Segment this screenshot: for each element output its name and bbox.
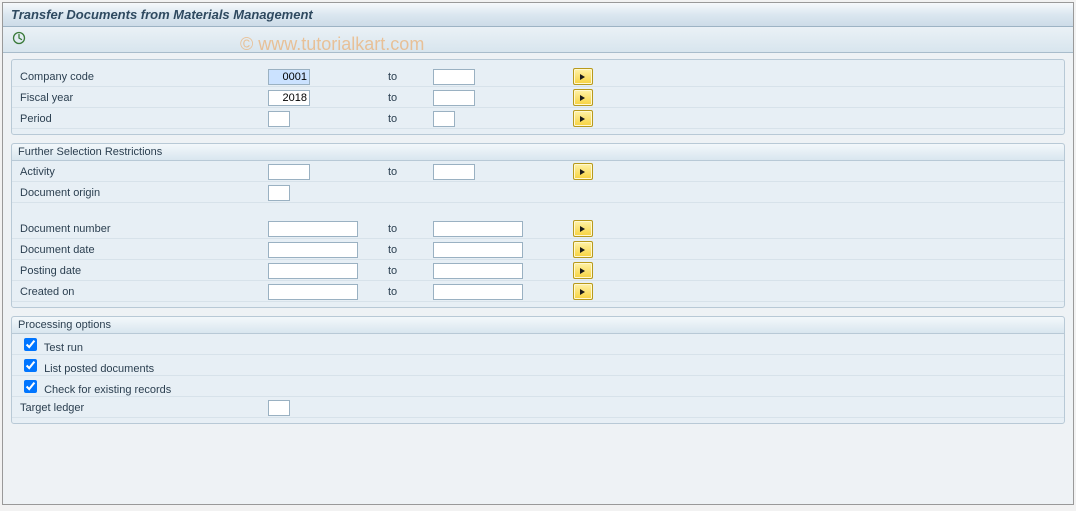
list-posted-option[interactable]: List posted documents (18, 356, 268, 375)
arrow-right-icon (578, 245, 588, 255)
document-origin-label: Document origin (18, 187, 268, 199)
document-number-label: Document number (18, 223, 268, 235)
posting-date-label: Posting date (18, 265, 268, 277)
arrow-right-icon (578, 266, 588, 276)
test-run-option[interactable]: Test run (18, 335, 268, 354)
processing-options-group: Processing options Test run List posted … (11, 316, 1065, 424)
arrow-right-icon (578, 224, 588, 234)
arrow-right-icon (578, 167, 588, 177)
document-number-to-input[interactable] (433, 221, 523, 237)
application-toolbar (3, 27, 1073, 53)
document-origin-input[interactable] (268, 185, 290, 201)
target-ledger-label: Target ledger (18, 402, 268, 414)
to-label: to (388, 244, 433, 256)
document-number-from-input[interactable] (268, 221, 358, 237)
page-title: Transfer Documents from Materials Manage… (3, 3, 1073, 27)
further-selection-group: Further Selection Restrictions Activity … (11, 143, 1065, 308)
check-existing-checkbox[interactable] (24, 380, 37, 393)
arrow-right-icon (578, 93, 588, 103)
document-date-multiselect-button[interactable] (573, 241, 593, 258)
company-code-from-input[interactable] (268, 69, 310, 85)
to-label: to (388, 286, 433, 298)
to-label: to (388, 223, 433, 235)
to-label: to (388, 71, 433, 83)
further-selection-title: Further Selection Restrictions (12, 144, 1064, 161)
created-on-multiselect-button[interactable] (573, 283, 593, 300)
arrow-right-icon (578, 72, 588, 82)
to-label: to (388, 113, 433, 125)
document-date-from-input[interactable] (268, 242, 358, 258)
list-posted-checkbox[interactable] (24, 359, 37, 372)
selection-block-top: Company code to Fiscal year to Period to (11, 59, 1065, 135)
period-from-input[interactable] (268, 111, 290, 127)
company-code-to-input[interactable] (433, 69, 475, 85)
fiscal-year-to-input[interactable] (433, 90, 475, 106)
execute-button[interactable] (9, 30, 29, 50)
posting-date-from-input[interactable] (268, 263, 358, 279)
fiscal-year-multiselect-button[interactable] (573, 89, 593, 106)
activity-label: Activity (18, 166, 268, 178)
document-date-label: Document date (18, 244, 268, 256)
execute-icon (12, 31, 26, 48)
period-label: Period (18, 113, 268, 125)
created-on-to-input[interactable] (433, 284, 523, 300)
to-label: to (388, 92, 433, 104)
check-existing-label: Check for existing records (44, 384, 171, 396)
test-run-label: Test run (44, 342, 83, 354)
fiscal-year-from-input[interactable] (268, 90, 310, 106)
activity-multiselect-button[interactable] (573, 163, 593, 180)
document-number-multiselect-button[interactable] (573, 220, 593, 237)
to-label: to (388, 265, 433, 277)
target-ledger-input[interactable] (268, 400, 290, 416)
created-on-from-input[interactable] (268, 284, 358, 300)
arrow-right-icon (578, 114, 588, 124)
posting-date-to-input[interactable] (433, 263, 523, 279)
activity-from-input[interactable] (268, 164, 310, 180)
created-on-label: Created on (18, 286, 268, 298)
document-date-to-input[interactable] (433, 242, 523, 258)
company-code-multiselect-button[interactable] (573, 68, 593, 85)
fiscal-year-label: Fiscal year (18, 92, 268, 104)
period-multiselect-button[interactable] (573, 110, 593, 127)
test-run-checkbox[interactable] (24, 338, 37, 351)
period-to-input[interactable] (433, 111, 455, 127)
arrow-right-icon (578, 287, 588, 297)
to-label: to (388, 166, 433, 178)
processing-options-title: Processing options (12, 317, 1064, 334)
posting-date-multiselect-button[interactable] (573, 262, 593, 279)
company-code-label: Company code (18, 71, 268, 83)
list-posted-label: List posted documents (44, 363, 154, 375)
check-existing-option[interactable]: Check for existing records (18, 377, 268, 396)
activity-to-input[interactable] (433, 164, 475, 180)
